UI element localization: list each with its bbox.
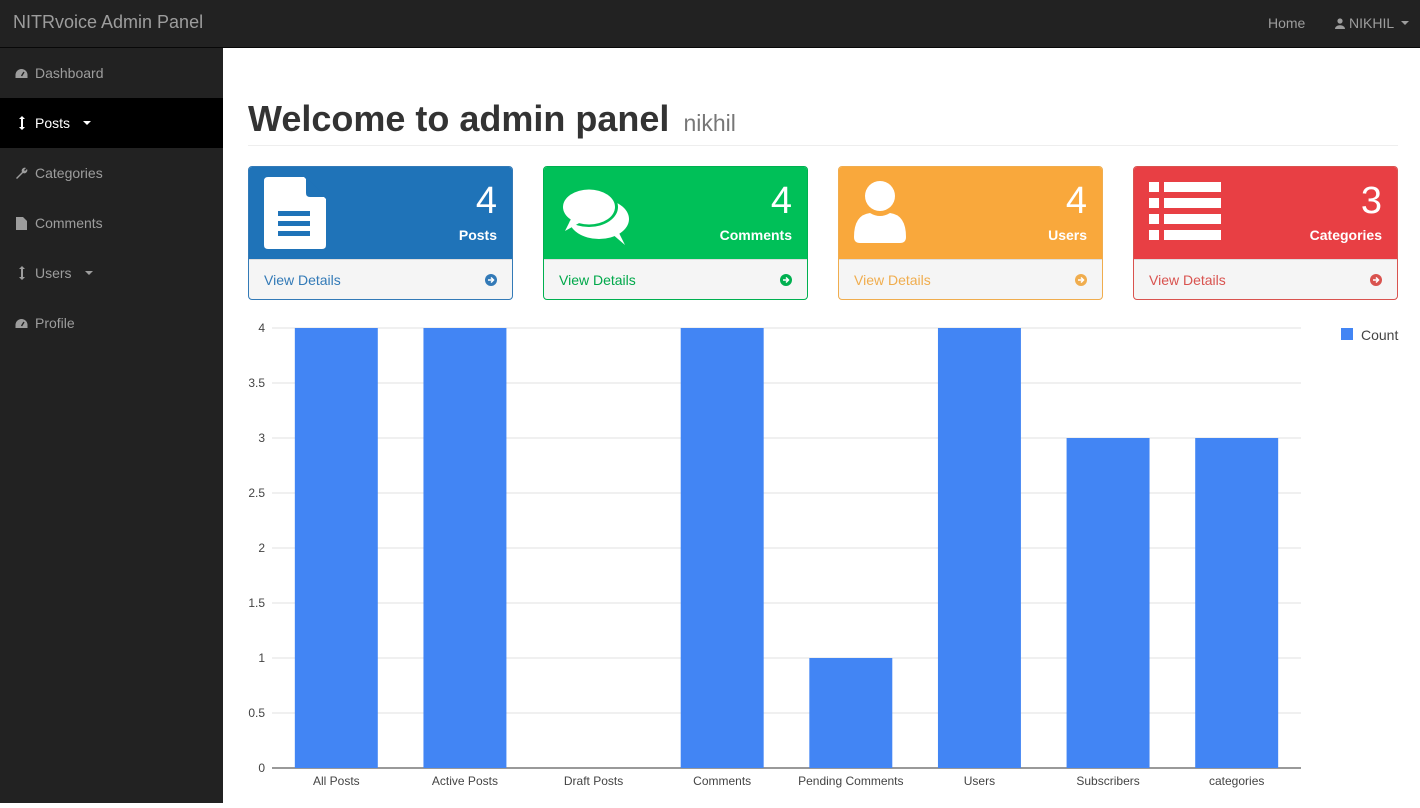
file-icon [15,216,28,230]
view-details-label: View Details [559,271,636,288]
brand-link[interactable]: NITRvoice Admin Panel [13,12,203,33]
wrench-icon [15,167,28,180]
view-details-link[interactable]: View Details [249,259,512,299]
top-navbar: NITRvoice Admin Panel Home NIKHIL [0,0,1420,48]
vertical-arrows-icon [15,116,28,130]
panel-heading: 4 Comments [544,167,807,259]
view-details-label: View Details [1149,271,1226,288]
bar [423,328,507,768]
page-subtitle: nikhil [683,110,736,136]
users-count: 4 [1065,180,1087,222]
posts-panel: 4 Posts View Details [248,166,513,300]
legend-label: Count [1361,327,1398,343]
y-tick-label: 3.5 [248,376,265,390]
bar [294,328,378,768]
chart-svg: 0 0.5 1 1.5 2 2.5 3 3.5 4 All Posts Active Posts Dr… [248,321,1398,788]
x-tick-label: All Posts [313,774,360,788]
user-name: NIKHIL [1349,15,1395,31]
x-tick-label: Comments [693,774,751,788]
sidebar-item-label: Users [35,265,72,281]
chevron-down-icon [1401,21,1410,25]
vertical-arrows-icon [15,266,28,280]
sidebar-item-label: Comments [35,215,103,231]
x-tick-label: Users [964,774,995,788]
users-label: Users [1048,227,1087,243]
view-details-label: View Details [264,271,341,288]
sidebar-item-label: Categories [35,165,103,181]
user-menu[interactable]: NIKHIL [1335,15,1410,31]
y-tick-label: 3 [258,431,265,445]
arrow-circle-right-icon [780,273,792,286]
categories-count: 3 [1360,180,1382,222]
panel-heading: 3 Categories [1134,167,1397,259]
comments-count: 4 [770,180,792,222]
posts-count: 4 [475,180,497,222]
sidebar-item-profile[interactable]: Profile [0,298,223,348]
y-tick-label: 2.5 [248,486,265,500]
dashboard-icon [15,317,28,330]
y-tick-label: 1 [258,651,265,665]
y-tick-label: 0 [258,761,265,775]
sidebar-item-posts[interactable]: Posts [0,98,223,148]
view-details-link[interactable]: View Details [839,259,1102,299]
sidebar-item-categories[interactable]: Categories [0,148,223,198]
bar [1066,438,1150,768]
page-title: Welcome to admin panel nikhil [248,98,736,140]
y-tick-label: 1.5 [248,596,265,610]
sidebar-item-label: Posts [35,115,71,131]
x-tick-label: Pending Comments [798,774,903,788]
arrow-circle-right-icon [1075,273,1087,286]
page-header: Welcome to admin panel nikhil [248,98,1398,146]
users-panel: 4 Users View Details [838,166,1103,300]
categories-label: Categories [1309,227,1382,243]
view-details-link[interactable]: View Details [1134,259,1397,299]
sidebar-item-dashboard[interactable]: Dashboard [0,48,223,98]
panel-heading: 4 Posts [249,167,512,259]
file-text-icon [264,177,326,249]
comments-label: Comments [719,227,792,243]
x-tick-label: Active Posts [432,774,498,788]
list-icon [1149,182,1221,240]
sidebar: Dashboard Posts Categories Comments User… [0,48,223,803]
x-tick-label: Draft Posts [564,774,623,788]
bar [937,328,1021,768]
sidebar-item-comments[interactable]: Comments [0,198,223,248]
chevron-down-icon [83,121,92,125]
comments-panel: 4 Comments View Details [543,166,808,300]
y-tick-label: 4 [258,321,265,335]
panel-heading: 4 Users [839,167,1102,259]
dashboard-icon [15,67,28,80]
bar [1195,438,1279,768]
bar [680,328,764,768]
bar [809,658,893,768]
user-icon [854,181,906,243]
view-details-label: View Details [854,271,931,288]
home-link[interactable]: Home [1268,15,1305,31]
y-tick-label: 2 [258,541,265,555]
arrow-circle-right-icon [1370,273,1382,286]
legend-swatch [1341,328,1353,340]
sidebar-item-label: Dashboard [35,65,104,81]
x-tick-label: categories [1209,774,1264,788]
sidebar-item-users[interactable]: Users [0,248,223,298]
user-icon [1335,17,1345,29]
arrow-circle-right-icon [485,273,497,286]
y-tick-label: 0.5 [248,706,265,720]
categories-panel: 3 Categories View Details [1133,166,1398,300]
page-title-text: Welcome to admin panel [248,98,670,139]
sidebar-item-label: Profile [35,315,75,331]
posts-label: Posts [458,227,497,243]
chevron-down-icon [84,271,93,275]
comments-icon [560,187,629,245]
x-tick-label: Subscribers [1076,774,1139,788]
view-details-link[interactable]: View Details [544,259,807,299]
bar-chart: 0 0.5 1 1.5 2 2.5 3 3.5 4 All Posts Active Posts Dr… [223,310,1420,803]
